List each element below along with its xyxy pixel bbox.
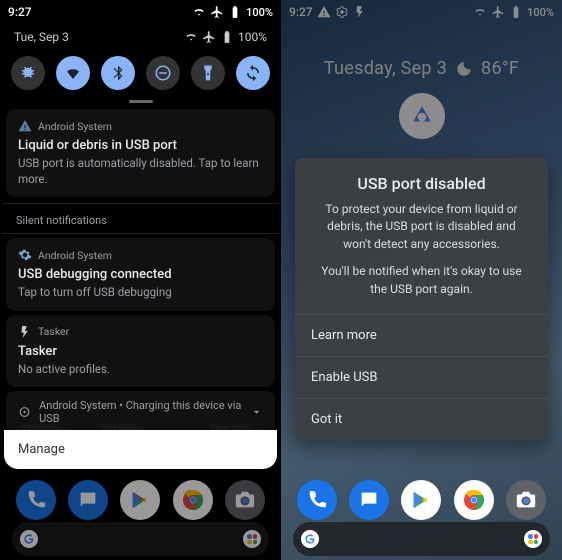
search-bar[interactable] — [293, 522, 550, 556]
app-phone[interactable] — [297, 480, 337, 520]
battery-icon — [228, 5, 242, 19]
dialog-got-it-button[interactable]: Got it — [295, 398, 548, 440]
chevron-down-icon[interactable] — [250, 405, 263, 419]
gear-icon — [18, 248, 32, 262]
app-chrome[interactable] — [173, 480, 213, 520]
notif-app-label: Android System — [38, 249, 112, 262]
notification-usb-liquid[interactable]: Android System Liquid or debris in USB p… — [6, 109, 275, 197]
app-play-store[interactable] — [120, 480, 160, 520]
dialog-enable-usb-button[interactable]: Enable USB — [295, 356, 548, 398]
dialog-body-line: You'll be notified when it's okay to use… — [313, 263, 530, 298]
gear-icon — [18, 405, 31, 419]
app-camera[interactable] — [506, 480, 546, 520]
silent-section-label: Silent notifications — [2, 203, 279, 234]
notification-usb-debugging[interactable]: Android System USB debugging connected T… — [6, 238, 275, 311]
status-battery-pct: 100% — [246, 6, 273, 19]
assistant-icon[interactable] — [243, 530, 261, 548]
shade-handle[interactable] — [129, 100, 153, 103]
warning-triangle-icon — [18, 119, 32, 133]
qs-date: Tue, Sep 3 — [14, 30, 69, 44]
notification-shade[interactable]: Tue, Sep 3 100% Android System Liquid or… — [2, 24, 279, 433]
notif-app-label: Android System — [38, 120, 112, 133]
app-camera[interactable] — [225, 480, 265, 520]
app-phone[interactable] — [16, 480, 56, 520]
qs-battery-pct: 100% — [238, 30, 267, 44]
notification-charging[interactable]: Android System • Charging this device vi… — [6, 391, 275, 433]
qs-toggle-row — [2, 48, 279, 100]
dialog-body: To protect your device from liquid or de… — [295, 201, 548, 314]
wifi-icon — [192, 5, 206, 19]
app-play-store[interactable] — [401, 480, 441, 520]
app-chrome[interactable] — [454, 480, 494, 520]
qs-flashlight[interactable] — [191, 56, 225, 90]
phone-left: 9:27 100% Tue, Sep 3 100% — [0, 0, 281, 560]
wifi-icon — [184, 30, 198, 44]
qs-bug-report[interactable] — [11, 56, 45, 90]
qs-dnd[interactable] — [146, 56, 180, 90]
notif-title: USB debugging connected — [18, 267, 263, 282]
airplane-icon — [210, 5, 224, 19]
dock — [281, 480, 562, 520]
battery-icon — [220, 30, 234, 44]
qs-header: Tue, Sep 3 100% — [2, 24, 279, 48]
app-messages[interactable] — [349, 480, 389, 520]
charging-text: Android System • Charging this device vi… — [39, 399, 250, 425]
qs-auto-rotate[interactable] — [236, 56, 270, 90]
bolt-icon — [18, 325, 32, 339]
search-bar[interactable] — [12, 522, 269, 556]
notification-tasker[interactable]: Tasker Tasker No active profiles. — [6, 315, 275, 388]
manage-button[interactable]: Manage — [4, 430, 277, 469]
qs-bluetooth[interactable] — [101, 56, 135, 90]
google-logo-icon — [301, 530, 319, 548]
airplane-icon — [202, 30, 216, 44]
notif-body: USB port is automatically disabled. Tap … — [18, 156, 263, 187]
usb-disabled-dialog: USB port disabled To protect your device… — [295, 158, 548, 440]
notif-body: Tap to turn off USB debugging — [18, 285, 263, 301]
status-bar: 9:27 100% — [0, 0, 281, 24]
notif-title: Tasker — [18, 344, 263, 359]
qs-wifi[interactable] — [56, 56, 90, 90]
notif-title: Liquid or debris in USB port — [18, 138, 263, 153]
dialog-learn-more-button[interactable]: Learn more — [295, 314, 548, 356]
google-logo-icon — [20, 530, 38, 548]
assistant-icon[interactable] — [524, 530, 542, 548]
dialog-title: USB port disabled — [295, 158, 548, 201]
notif-body: No active profiles. — [18, 362, 263, 378]
dock — [0, 480, 281, 520]
notif-app-label: Tasker — [38, 325, 69, 338]
phone-right: 9:27 100% Tuesday, Sep 3 86°F USB port d… — [281, 0, 562, 560]
dialog-body-line: To protect your device from liquid or de… — [313, 201, 530, 253]
status-time: 9:27 — [8, 5, 32, 19]
app-messages[interactable] — [68, 480, 108, 520]
